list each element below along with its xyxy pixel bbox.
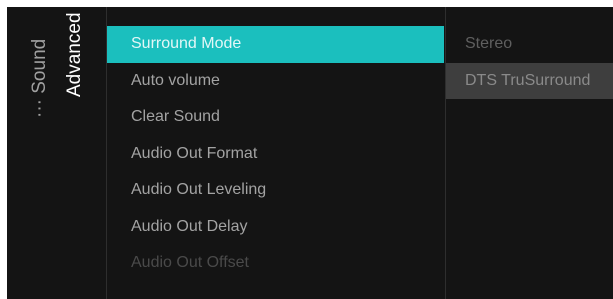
breadcrumb-parent-sound[interactable]: ··· Sound <box>29 39 51 118</box>
breadcrumb-current-advanced[interactable]: Advanced <box>64 12 86 97</box>
menu-item-audio-out-format[interactable]: Audio Out Format <box>107 136 444 173</box>
menu-item-clear-sound[interactable]: Clear Sound <box>107 99 444 136</box>
option-dts-trusurround[interactable]: DTS TruSurround <box>446 62 613 99</box>
menu-item-audio-out-leveling[interactable]: Audio Out Leveling <box>107 172 444 209</box>
breadcrumb: ··· Sound Advanced <box>7 7 106 299</box>
menu-item-audio-out-offset: Audio Out Offset <box>131 254 249 271</box>
menu-item-audio-out-delay[interactable]: Audio Out Delay <box>107 209 444 246</box>
menu-item-auto-volume[interactable]: Auto volume <box>107 63 444 100</box>
tv-settings-screen: ··· Sound Advanced Surround Mode Auto vo… <box>7 7 613 299</box>
advanced-menu: Surround Mode Auto volume Clear Sound Au… <box>107 26 444 282</box>
option-stereo[interactable]: Stereo <box>446 26 613 63</box>
menu-item-surround-mode[interactable]: Surround Mode <box>107 26 444 63</box>
surround-mode-options: Stereo DTS TruSurround <box>446 26 613 99</box>
